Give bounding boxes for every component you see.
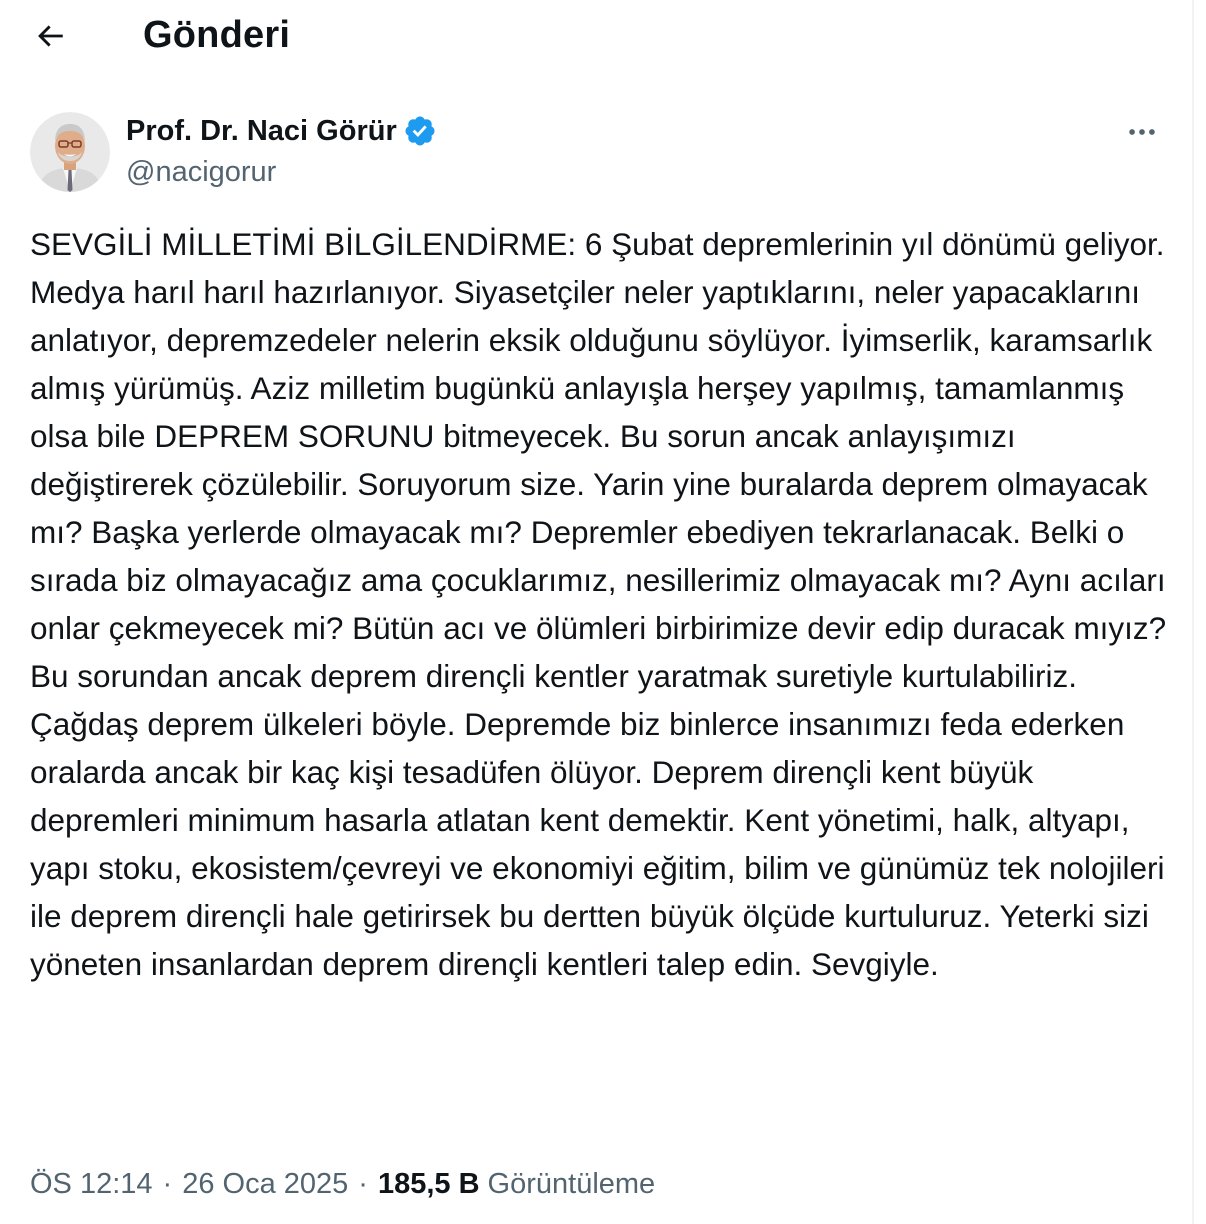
views-count: 185,5 B [377, 1168, 480, 1200]
verified-badge-icon[interactable] [403, 114, 437, 148]
back-button[interactable] [26, 12, 74, 60]
views-label: Görüntüleme [487, 1168, 656, 1200]
tweet-date: 26 Oca 2025 [182, 1168, 349, 1200]
meta-separator: · [358, 1168, 368, 1200]
tweet-meta: ÖS 12:14 · 26 Oca 2025 · 185,5 B Görüntüleme [30, 1164, 655, 1204]
avatar [30, 112, 110, 192]
more-options-button[interactable] [1118, 112, 1166, 152]
page-title: Gönderi [143, 14, 291, 56]
more-horizontal-icon [1129, 129, 1155, 135]
author-name-link[interactable]: Prof. Dr. Naci Görür [126, 111, 437, 151]
tweet-time-link[interactable]: ÖS 12:14 · 26 Oca 2025 [30, 1168, 348, 1200]
tweet-text: SEVGİLİ MİLLETİMİ BİLGİLENDİRME: 6 Şubat… [30, 226, 1167, 982]
meta-separator: · [162, 1168, 173, 1200]
author-name: Prof. Dr. Naci Görür [126, 115, 397, 147]
author-avatar[interactable] [30, 112, 110, 192]
arrow-left-icon [38, 25, 63, 47]
page-header: Gönderi [0, 0, 1192, 72]
tweet-time: ÖS 12:14 [30, 1168, 153, 1200]
post-column: Gönderi Prof. Dr. Naci Görür @nacigorur … [0, 0, 1194, 1224]
author-handle[interactable]: @nacigorur [126, 153, 276, 191]
